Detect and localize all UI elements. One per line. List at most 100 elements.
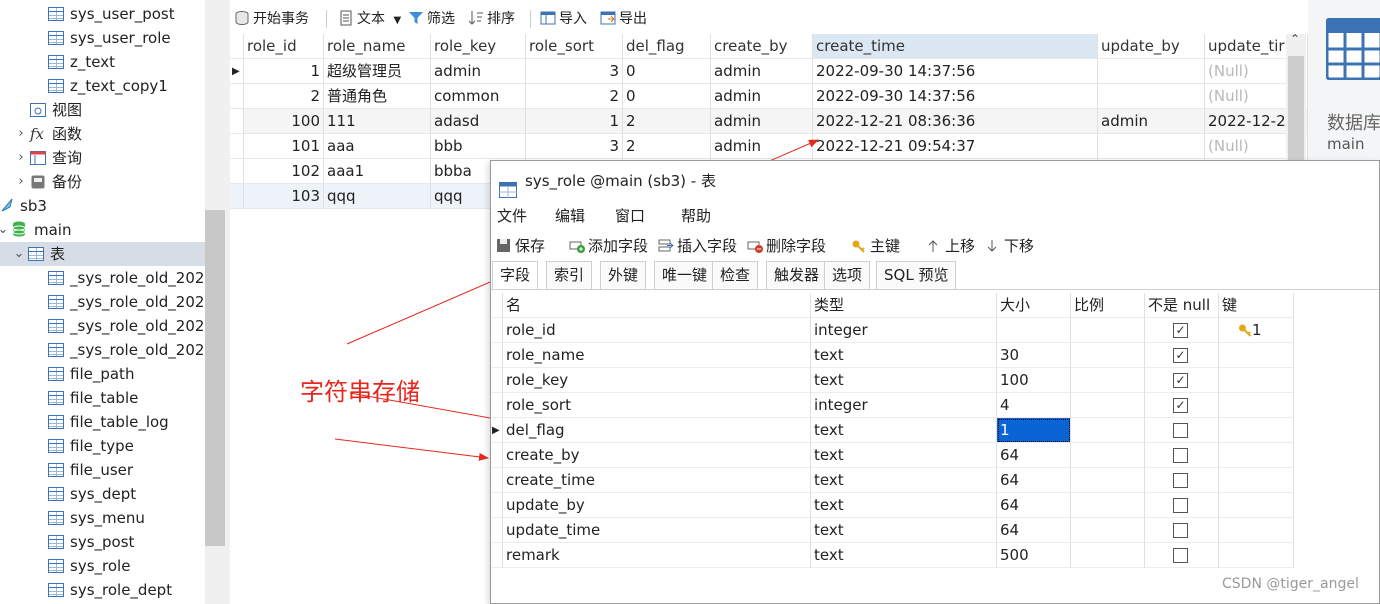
tab[interactable]: 字段 xyxy=(492,261,539,289)
field-type-cell[interactable]: text xyxy=(811,443,997,468)
field-scale-cell[interactable] xyxy=(1071,318,1145,343)
move-up-button[interactable]: 上移 xyxy=(926,235,975,258)
delete-field-button[interactable]: 删除字段 xyxy=(747,235,826,258)
field-name-cell[interactable]: role_key xyxy=(503,368,811,393)
menu-item[interactable]: 窗口 xyxy=(615,205,645,226)
row-marker[interactable] xyxy=(491,393,503,418)
row-marker[interactable] xyxy=(491,368,503,393)
field-column-header[interactable]: 大小 xyxy=(997,293,1071,318)
field-type-cell[interactable]: integer xyxy=(811,393,997,418)
not-null-checkbox[interactable] xyxy=(1173,498,1188,513)
field-key-cell[interactable] xyxy=(1219,543,1294,568)
field-scale-cell[interactable] xyxy=(1071,418,1145,443)
field-size-cell[interactable]: 500 xyxy=(997,543,1071,568)
insert-field-button[interactable]: 插入字段 xyxy=(658,235,737,258)
not-null-checkbox[interactable] xyxy=(1173,448,1188,463)
field-name-cell[interactable]: role_name xyxy=(503,343,811,368)
annotation-arrow xyxy=(334,438,489,461)
field-key-cell[interactable]: 1 xyxy=(1219,318,1294,343)
field-size-cell[interactable]: 100 xyxy=(997,368,1071,393)
menu-item[interactable]: 编辑 xyxy=(555,205,585,226)
table-designer-window: sys_role @main (sb3) - 表 文件 编辑 窗口 帮助 保存 添加字段… xyxy=(490,160,1380,604)
not-null-checkbox[interactable]: ✓ xyxy=(1173,373,1188,388)
row-marker[interactable] xyxy=(491,493,503,518)
field-key-cell[interactable] xyxy=(1219,493,1294,518)
field-size-cell[interactable]: 1 xyxy=(997,418,1071,443)
field-name-cell[interactable]: create_time xyxy=(503,468,811,493)
field-type-cell[interactable]: integer xyxy=(811,318,997,343)
field-size-cell[interactable]: 4 xyxy=(997,393,1071,418)
field-name-cell[interactable]: del_flag xyxy=(503,418,811,443)
field-type-cell[interactable]: text xyxy=(811,368,997,393)
field-size-cell[interactable]: 64 xyxy=(997,468,1071,493)
field-scale-cell[interactable] xyxy=(1071,468,1145,493)
field-type-cell[interactable]: text xyxy=(811,468,997,493)
field-scale-cell[interactable] xyxy=(1071,518,1145,543)
not-null-checkbox[interactable]: ✓ xyxy=(1173,323,1188,338)
field-size-cell[interactable]: 64 xyxy=(997,493,1071,518)
add-field-button[interactable]: 添加字段 xyxy=(569,235,648,258)
field-scale-cell[interactable] xyxy=(1071,343,1145,368)
field-name-cell[interactable]: role_id xyxy=(503,318,811,343)
not-null-checkbox[interactable]: ✓ xyxy=(1173,348,1188,363)
row-marker[interactable] xyxy=(491,468,503,493)
arrow-down-icon xyxy=(985,238,1001,258)
window-titlebar[interactable]: sys_role @main (sb3) - 表 xyxy=(491,161,1379,201)
field-size-cell[interactable]: 64 xyxy=(997,443,1071,468)
save-button[interactable]: 保存 xyxy=(496,235,545,258)
field-column-header[interactable]: 比例 xyxy=(1071,293,1145,318)
menu-item[interactable]: 帮助 xyxy=(681,205,711,226)
field-key-cell[interactable] xyxy=(1219,343,1294,368)
field-type-cell[interactable]: text xyxy=(811,418,997,443)
row-marker[interactable] xyxy=(491,343,503,368)
field-key-cell[interactable] xyxy=(1219,518,1294,543)
not-null-checkbox[interactable] xyxy=(1173,523,1188,538)
move-down-button[interactable]: 下移 xyxy=(985,235,1034,258)
field-key-cell[interactable] xyxy=(1219,468,1294,493)
field-name-cell[interactable]: role_sort xyxy=(503,393,811,418)
field-type-cell[interactable]: text xyxy=(811,518,997,543)
field-type-cell[interactable]: text xyxy=(811,543,997,568)
field-name-cell[interactable]: create_by xyxy=(503,443,811,468)
tab[interactable]: 检查 xyxy=(712,261,759,289)
row-marker[interactable] xyxy=(491,543,503,568)
tab[interactable]: 选项 xyxy=(824,261,871,289)
field-column-header[interactable]: 键 xyxy=(1219,293,1294,318)
field-column-header[interactable]: 不是 null xyxy=(1145,293,1219,318)
field-key-cell[interactable] xyxy=(1219,368,1294,393)
menu-item[interactable]: 文件 xyxy=(497,205,527,226)
primary-key-button[interactable]: 主键 xyxy=(851,235,900,258)
field-key-cell[interactable] xyxy=(1219,418,1294,443)
field-size-cell[interactable]: 64 xyxy=(997,518,1071,543)
toolbar-button-label: 删除字段 xyxy=(766,237,827,255)
field-scale-cell[interactable] xyxy=(1071,443,1145,468)
field-scale-cell[interactable] xyxy=(1071,393,1145,418)
field-type-cell[interactable]: text xyxy=(811,493,997,518)
field-column-header[interactable]: 类型 xyxy=(811,293,997,318)
field-name-cell[interactable]: update_by xyxy=(503,493,811,518)
field-size-cell[interactable] xyxy=(997,318,1071,343)
tab[interactable]: 索引 xyxy=(546,261,593,289)
field-name-cell[interactable]: update_time xyxy=(503,518,811,543)
not-null-checkbox[interactable] xyxy=(1173,473,1188,488)
row-marker[interactable] xyxy=(491,443,503,468)
not-null-checkbox[interactable] xyxy=(1173,423,1188,438)
not-null-checkbox[interactable] xyxy=(1173,548,1188,563)
tab[interactable]: 触发器 xyxy=(766,261,828,289)
field-scale-cell[interactable] xyxy=(1071,493,1145,518)
tab[interactable]: SQL 预览 xyxy=(876,261,957,289)
field-key-cell[interactable] xyxy=(1219,443,1294,468)
field-column-header[interactable]: 名 xyxy=(503,293,811,318)
not-null-checkbox[interactable]: ✓ xyxy=(1173,398,1188,413)
tab[interactable]: 外键 xyxy=(600,261,647,289)
field-type-cell[interactable]: text xyxy=(811,343,997,368)
current-row-marker-icon[interactable]: ▶ xyxy=(491,418,503,443)
row-marker[interactable] xyxy=(491,518,503,543)
field-size-cell[interactable]: 30 xyxy=(997,343,1071,368)
field-key-cell[interactable] xyxy=(1219,393,1294,418)
field-scale-cell[interactable] xyxy=(1071,368,1145,393)
tab[interactable]: 唯一键 xyxy=(654,261,716,289)
field-name-cell[interactable]: remark xyxy=(503,543,811,568)
field-scale-cell[interactable] xyxy=(1071,543,1145,568)
row-marker[interactable] xyxy=(491,318,503,343)
